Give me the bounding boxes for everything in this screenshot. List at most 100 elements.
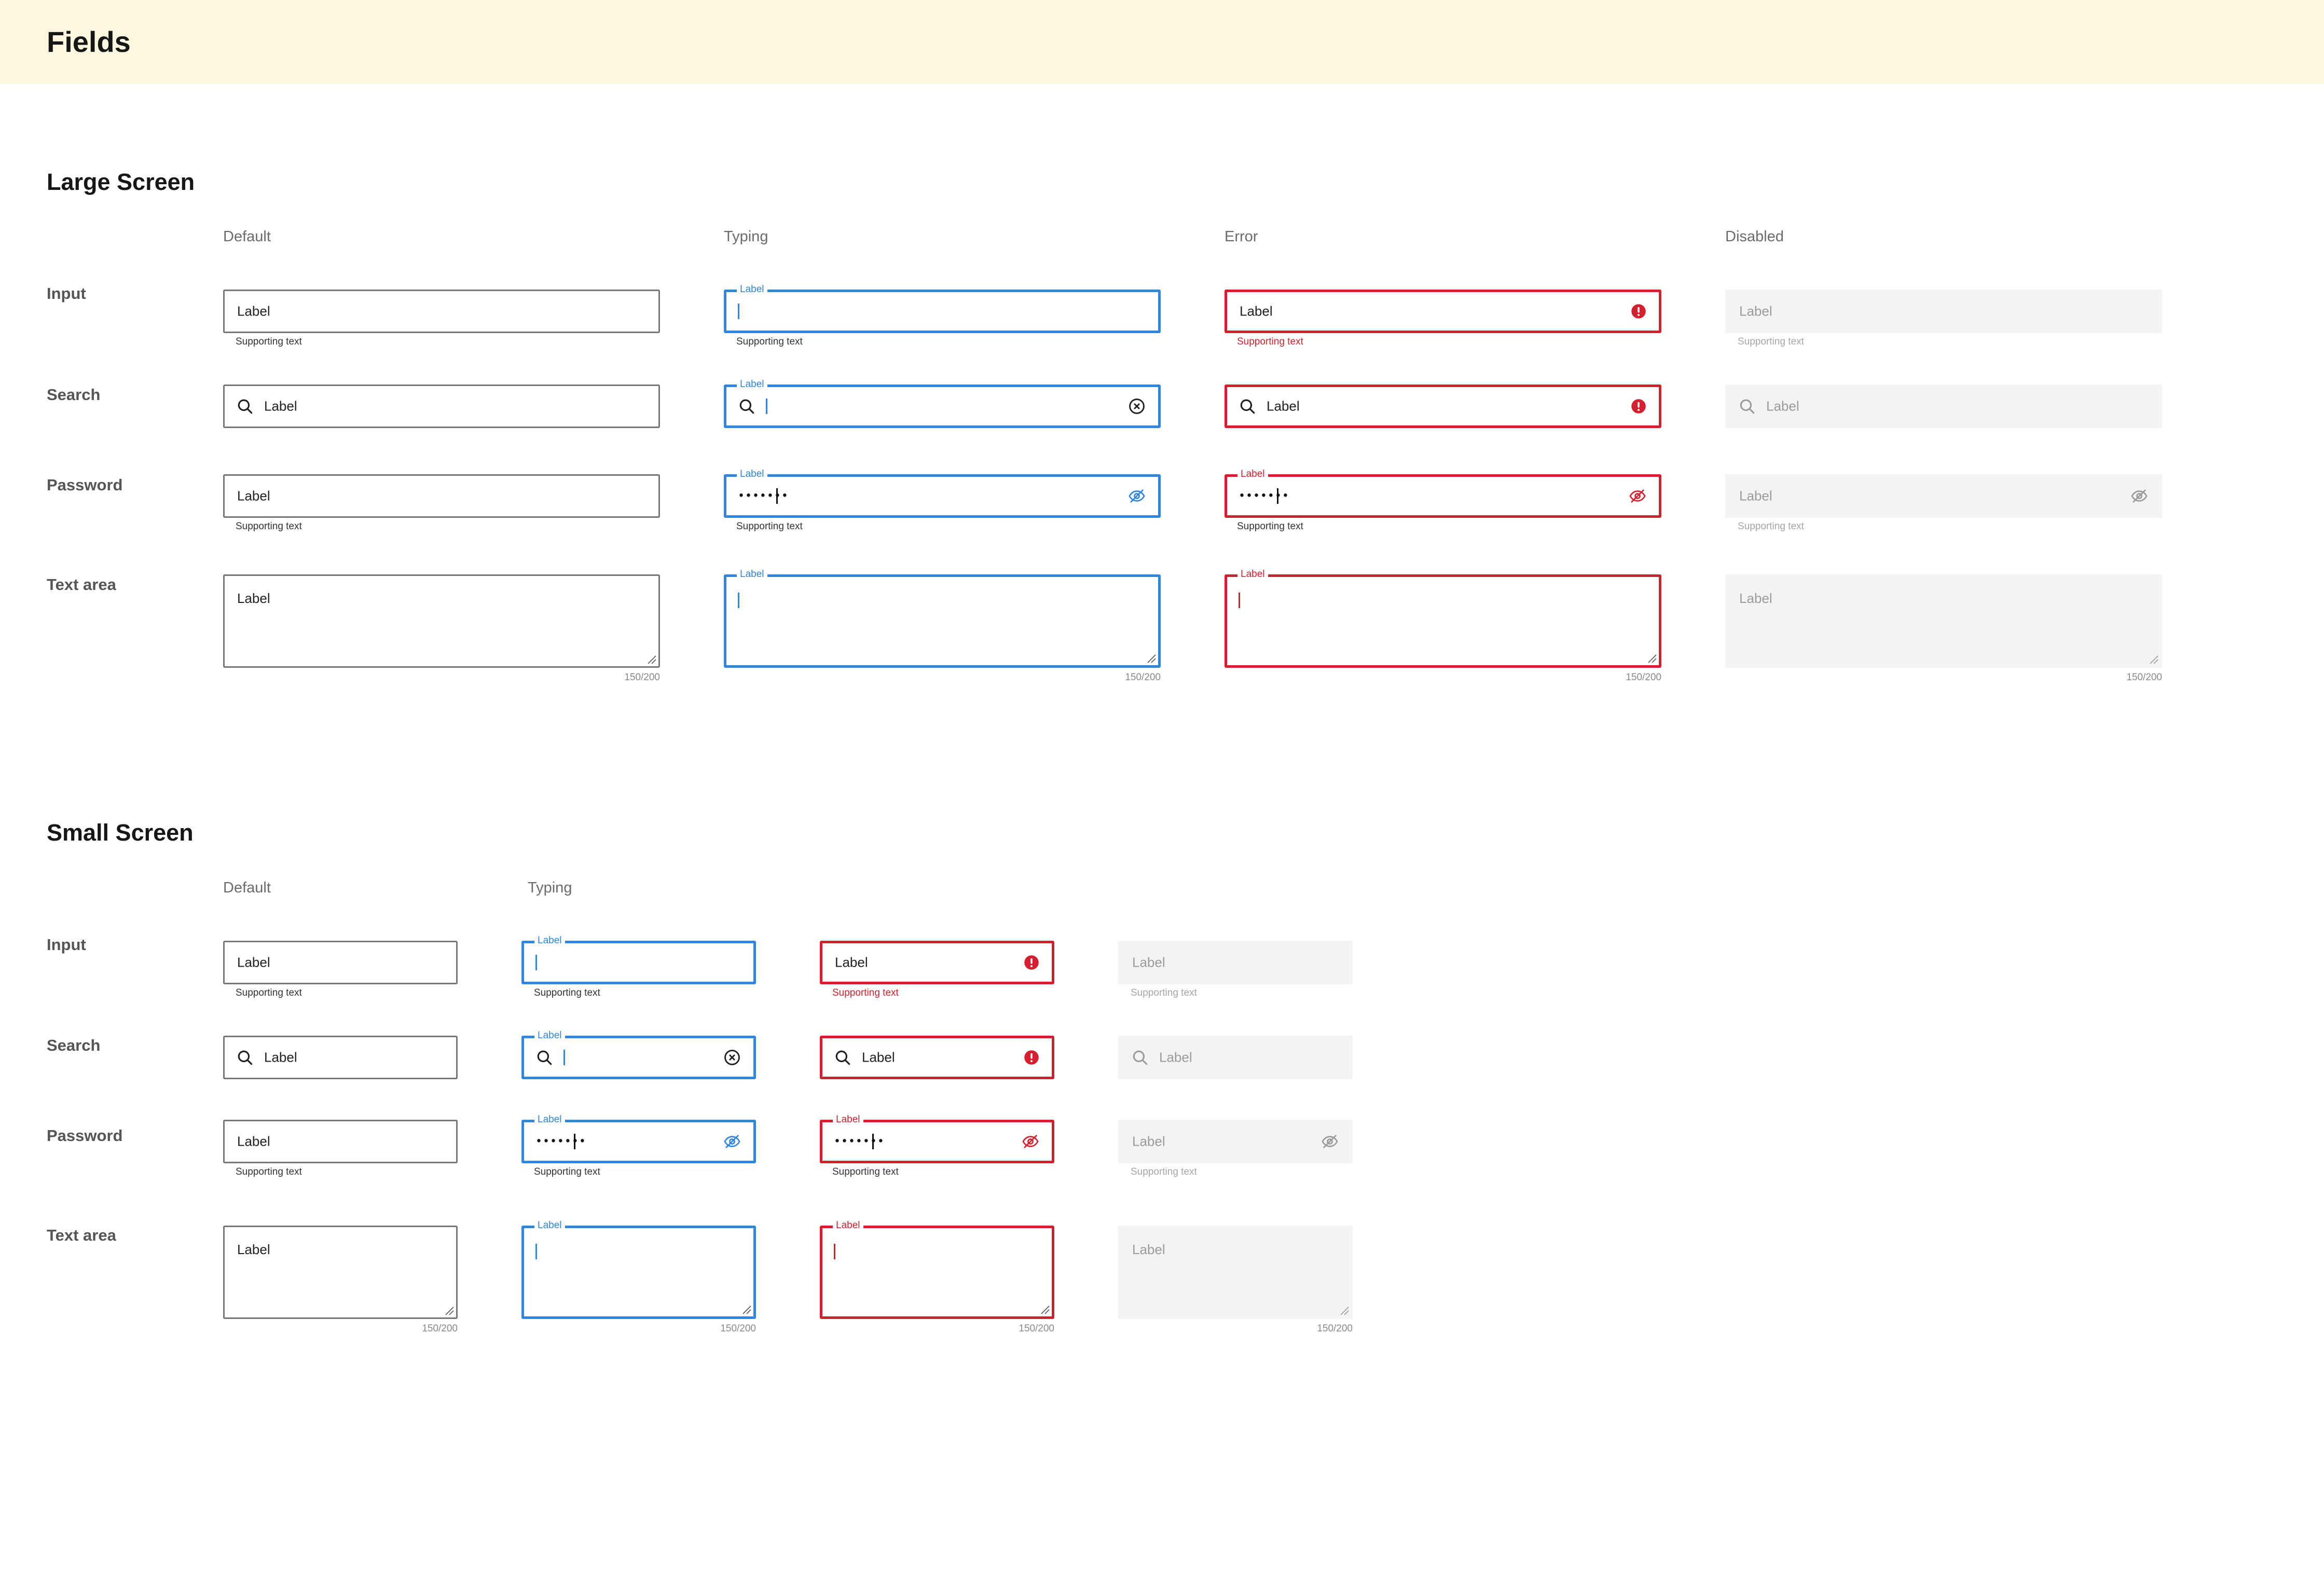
- character-counter: 150/200: [1019, 1323, 1054, 1334]
- small-search-field-default[interactable]: Label: [223, 1036, 458, 1079]
- text-cursor: [776, 488, 778, 504]
- field-label: Label: [1739, 590, 1772, 606]
- large-search-field-default[interactable]: Label: [223, 384, 660, 428]
- column-heading-disabled: Disabled: [1725, 228, 1784, 245]
- small-search-field-typing[interactable]: Label: [521, 1029, 756, 1079]
- character-counter: 150/200: [422, 1323, 458, 1334]
- resize-handle-icon: [1340, 1306, 1349, 1315]
- small-text-area-field-error[interactable]: Label: [820, 1219, 1054, 1319]
- text-cursor: [535, 955, 537, 970]
- small-search-field-disabled: Label: [1118, 1036, 1353, 1079]
- resize-handle-icon[interactable]: [742, 1305, 751, 1314]
- large-text-area-field-default[interactable]: Label: [223, 574, 660, 668]
- supporting-text: Supporting text: [236, 336, 302, 347]
- password-value: •••••••: [738, 489, 789, 503]
- small-input-field-default[interactable]: Label: [223, 941, 458, 984]
- password-value: •••••••: [834, 1135, 885, 1148]
- small-password-field-typing[interactable]: Label •••••••: [521, 1113, 756, 1163]
- large-search-field-typing[interactable]: Label: [724, 378, 1161, 428]
- small-input-field-typing[interactable]: Label: [521, 934, 756, 984]
- large-password-field-default[interactable]: Label: [223, 474, 660, 518]
- supporting-text: Supporting text: [1738, 521, 1804, 532]
- character-counter: 150/200: [1317, 1323, 1353, 1334]
- large-password-field-typing[interactable]: Label •••••••: [724, 468, 1161, 518]
- supporting-text: Supporting text: [1131, 1166, 1197, 1177]
- supporting-text: Supporting text: [832, 987, 899, 998]
- small-text-area-field-default[interactable]: Label: [223, 1226, 458, 1319]
- text-cursor: [574, 1134, 575, 1149]
- eye-off-icon[interactable]: [1128, 487, 1146, 505]
- large-password-field-error[interactable]: Label •••••••: [1225, 468, 1661, 518]
- supporting-text: Supporting text: [832, 1166, 899, 1177]
- supporting-text: Supporting text: [236, 987, 302, 998]
- character-counter: 150/200: [624, 672, 660, 683]
- row-label-password: Password: [47, 1126, 123, 1145]
- small-input-field-disabled: Label: [1118, 941, 1353, 984]
- supporting-text: Supporting text: [534, 1166, 600, 1177]
- supporting-text: Supporting text: [1738, 336, 1804, 347]
- error-circle-icon: [1024, 1050, 1039, 1065]
- column-heading-default: Default: [223, 879, 271, 896]
- large-password-field-disabled: Label: [1725, 474, 2162, 518]
- text-cursor: [872, 1134, 874, 1149]
- row-label-text-area: Text area: [47, 1226, 116, 1244]
- small-search-field-error[interactable]: Label: [820, 1036, 1054, 1079]
- large-input-field-typing[interactable]: Label: [724, 283, 1161, 333]
- search-icon: [236, 397, 254, 415]
- clear-circle-x-icon[interactable]: [1128, 397, 1146, 415]
- field-label: Label: [264, 398, 297, 414]
- text-cursor: [834, 1244, 835, 1259]
- supporting-text: Supporting text: [1237, 521, 1303, 532]
- field-label: Label: [1739, 303, 1772, 319]
- small-text-area-field-typing[interactable]: Label: [521, 1219, 756, 1319]
- clear-circle-x-icon[interactable]: [723, 1049, 741, 1066]
- resize-handle-icon[interactable]: [647, 655, 656, 664]
- eye-off-icon[interactable]: [1022, 1133, 1039, 1150]
- page-header: Fields: [0, 0, 2324, 84]
- search-icon: [738, 397, 755, 415]
- section-title-small: Small Screen: [47, 819, 194, 846]
- large-text-area-field-disabled: Label: [1725, 574, 2162, 668]
- character-counter: 150/200: [1125, 672, 1161, 683]
- text-cursor: [535, 1244, 537, 1259]
- small-password-field-default[interactable]: Label: [223, 1120, 458, 1163]
- search-icon: [1131, 1049, 1149, 1066]
- large-search-field-disabled: Label: [1725, 384, 2162, 428]
- small-password-field-error[interactable]: Label •••••••: [820, 1113, 1054, 1163]
- field-label: Label: [237, 954, 270, 970]
- eye-off-icon[interactable]: [723, 1133, 741, 1150]
- field-label: Label: [237, 303, 270, 319]
- row-label-input: Input: [47, 936, 86, 954]
- large-text-area-field-error[interactable]: Label: [1225, 568, 1661, 668]
- resize-handle-icon[interactable]: [445, 1306, 454, 1315]
- error-circle-icon: [1631, 398, 1646, 414]
- password-value: •••••••: [535, 1135, 586, 1148]
- large-text-area-field-typing[interactable]: Label: [724, 568, 1161, 668]
- floating-label: Label: [737, 378, 767, 391]
- floating-label: Label: [534, 1113, 565, 1126]
- row-label-text-area: Text area: [47, 575, 116, 594]
- field-label: Label: [237, 1133, 270, 1149]
- text-cursor: [766, 398, 767, 414]
- resize-handle-icon[interactable]: [1040, 1305, 1050, 1314]
- text-cursor: [563, 1050, 565, 1065]
- password-value: •••••••: [1239, 489, 1289, 503]
- floating-label: Label: [1237, 568, 1268, 581]
- large-input-field-error[interactable]: Label: [1225, 290, 1661, 333]
- resize-handle-icon[interactable]: [1147, 654, 1156, 663]
- field-label: Label: [237, 590, 270, 606]
- small-password-field-disabled: Label: [1118, 1120, 1353, 1163]
- field-label: Label: [1240, 303, 1273, 319]
- resize-handle-icon[interactable]: [1647, 654, 1657, 663]
- supporting-text: Supporting text: [534, 987, 600, 998]
- large-input-field-default[interactable]: Label: [223, 290, 660, 333]
- search-icon: [236, 1049, 254, 1066]
- field-label: Label: [264, 1049, 297, 1065]
- eye-off-icon[interactable]: [1629, 487, 1646, 505]
- large-search-field-error[interactable]: Label: [1225, 384, 1661, 428]
- floating-label: Label: [737, 283, 767, 296]
- text-cursor: [738, 304, 739, 319]
- row-label-input: Input: [47, 284, 86, 303]
- small-input-field-error[interactable]: Label: [820, 941, 1054, 984]
- field-label: Label: [237, 1242, 270, 1257]
